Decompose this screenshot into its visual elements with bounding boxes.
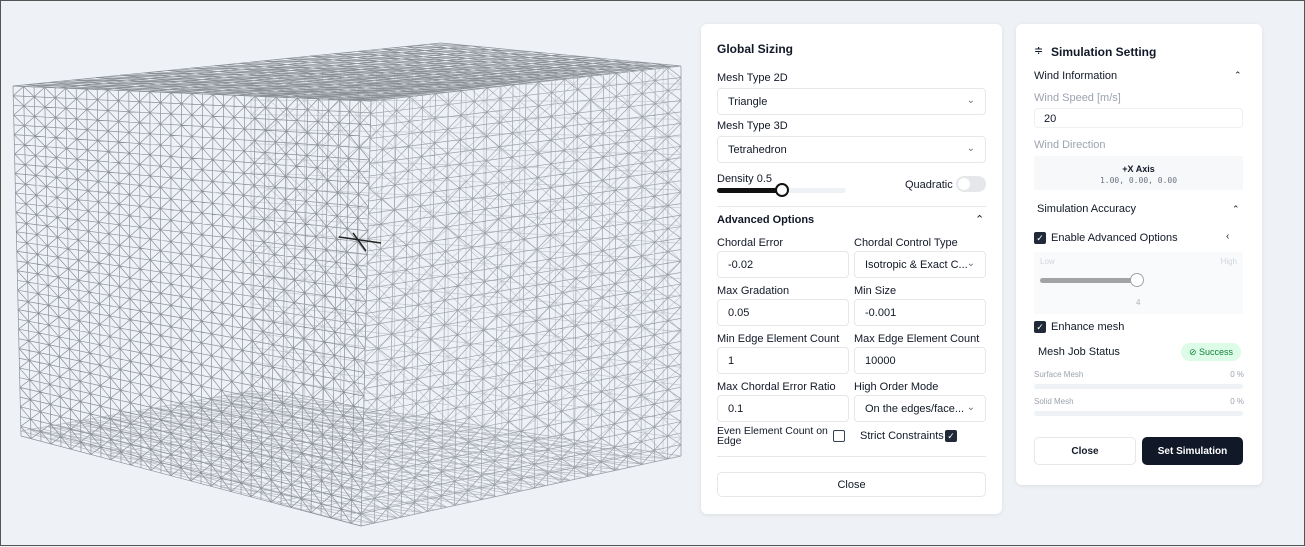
quadratic-toggle[interactable] <box>956 176 986 192</box>
chevron-left-icon[interactable]: ‹ <box>1226 231 1229 242</box>
chevron-up-icon[interactable]: ⌃ <box>1234 70 1242 81</box>
enable-advanced-checkbox[interactable]: ✓ <box>1034 232 1046 244</box>
close-button[interactable]: Close <box>717 472 986 497</box>
check-circle-icon: ⊘ <box>1189 347 1200 357</box>
high-order-select[interactable]: On the edges/face... ⌄ <box>854 395 986 422</box>
model-object[interactable] <box>338 232 382 252</box>
max-chordal-ratio-input[interactable]: 0.1 <box>717 395 849 422</box>
enhance-mesh-checkbox[interactable]: ✓ <box>1034 321 1046 333</box>
mesh-viewport[interactable] <box>1 1 691 547</box>
slider-thumb[interactable] <box>1130 273 1144 287</box>
enhance-mesh-label: Enhance mesh <box>1051 321 1125 333</box>
wind-vector: 1.00, 0.00, 0.00 <box>1099 176 1178 185</box>
mesh-side-face <box>12 85 372 527</box>
low-label: Low <box>1040 257 1055 266</box>
wind-axis: +X Axis <box>1122 164 1155 174</box>
select-value: On the edges/face... <box>865 403 965 415</box>
divider <box>717 456 986 457</box>
mesh-type-3d-select[interactable]: Tetrahedron ⌄ <box>717 136 986 163</box>
min-edge-label: Min Edge Element Count <box>717 333 840 345</box>
max-edge-label: Max Edge Element Count <box>854 333 980 345</box>
chordal-error-input[interactable]: -0.02 <box>717 251 849 278</box>
simulation-accuracy-header[interactable]: Simulation Accuracy <box>1037 203 1136 215</box>
status-text: Success <box>1199 347 1234 357</box>
mesh-type-3d-label: Mesh Type 3D <box>717 120 788 132</box>
accuracy-slider[interactable] <box>1040 273 1144 287</box>
strict-constraints-label: Strict Constraints <box>860 430 944 442</box>
chordal-error-label: Chordal Error <box>717 237 784 249</box>
chordal-control-select[interactable]: Isotropic & Exact C... ⌄ <box>854 251 986 278</box>
quadratic-label: Quadratic <box>905 179 953 191</box>
close-button[interactable]: Close <box>1034 437 1136 465</box>
mesh-type-2d-select[interactable]: Triangle ⌄ <box>717 88 986 115</box>
wind-direction-display[interactable]: +X Axis 1.00, 0.00, 0.00 <box>1034 156 1243 190</box>
high-order-label: High Order Mode <box>854 381 939 393</box>
max-edge-input[interactable]: 10000 <box>854 347 986 374</box>
min-size-label: Min Size <box>854 285 897 297</box>
density-slider[interactable] <box>717 183 846 197</box>
toggle-knob <box>958 178 970 190</box>
status-badge: ⊘ Success <box>1181 343 1242 361</box>
slider-thumb[interactable] <box>774 183 789 197</box>
min-size-input[interactable]: -0.001 <box>854 299 986 326</box>
set-simulation-button[interactable]: Set Simulation <box>1142 437 1243 465</box>
accuracy-slider-area: Low High 4 <box>1034 252 1243 314</box>
mesh-type-2d-label: Mesh Type 2D <box>717 72 788 84</box>
enable-advanced-label: Enable Advanced Options <box>1051 232 1178 244</box>
wind-information-header[interactable]: Wind Information <box>1034 70 1117 82</box>
solid-mesh-label: Solid Mesh <box>1034 397 1074 406</box>
panel-title: Global Sizing <box>717 42 794 56</box>
chevron-up-icon[interactable]: ⌃ <box>975 213 984 226</box>
even-count-checkbox[interactable] <box>833 430 845 442</box>
surface-mesh-progress <box>1034 384 1243 389</box>
min-edge-input[interactable]: 1 <box>717 347 849 374</box>
wind-speed-input[interactable]: 20 <box>1034 108 1243 128</box>
density-label: Density 0.5 <box>717 173 773 185</box>
wind-icon: ≑ <box>1034 45 1044 57</box>
chordal-control-label: Chordal Control Type <box>854 237 958 249</box>
global-sizing-panel: Global Sizing Mesh Type 2D Triangle ⌄ Mes… <box>701 24 1002 514</box>
chevron-down-icon: ⌄ <box>966 402 975 413</box>
strict-constraints-checkbox[interactable]: ✓ <box>945 430 957 442</box>
solid-mesh-progress <box>1034 411 1243 416</box>
wind-speed-label: Wind Speed [m/s] <box>1034 92 1121 104</box>
advanced-options-header[interactable]: Advanced Options <box>717 214 814 226</box>
max-chordal-ratio-label: Max Chordal Error Ratio <box>717 381 836 393</box>
max-gradation-input[interactable]: 0.05 <box>717 299 849 326</box>
select-value: Triangle <box>728 96 768 108</box>
high-label: High <box>1220 257 1237 266</box>
slider-fill <box>1040 278 1137 283</box>
slider-fill <box>717 188 782 193</box>
chevron-down-icon: ⌄ <box>966 258 975 269</box>
accuracy-value: 4 <box>1136 298 1141 307</box>
even-count-label: Even Element Count on Edge <box>717 425 828 447</box>
panel-title: Simulation Setting <box>1051 45 1157 59</box>
select-value: Isotropic & Exact C... <box>865 259 968 271</box>
max-gradation-label: Max Gradation <box>717 285 790 297</box>
simulation-setting-panel: ≑ Simulation Setting Wind Information ⌃ … <box>1016 24 1262 485</box>
chevron-up-icon[interactable]: ⌃ <box>1232 204 1240 215</box>
chevron-down-icon: ⌄ <box>966 95 975 106</box>
wind-direction-label: Wind Direction <box>1034 139 1106 151</box>
surface-mesh-label: Surface Mesh <box>1034 370 1084 379</box>
mesh-job-status-label: Mesh Job Status <box>1038 346 1120 358</box>
chevron-down-icon: ⌄ <box>966 143 975 154</box>
divider <box>717 206 986 207</box>
solid-mesh-percent: 0 % <box>1230 397 1244 406</box>
surface-mesh-percent: 0 % <box>1230 370 1244 379</box>
select-value: Tetrahedron <box>728 144 787 156</box>
